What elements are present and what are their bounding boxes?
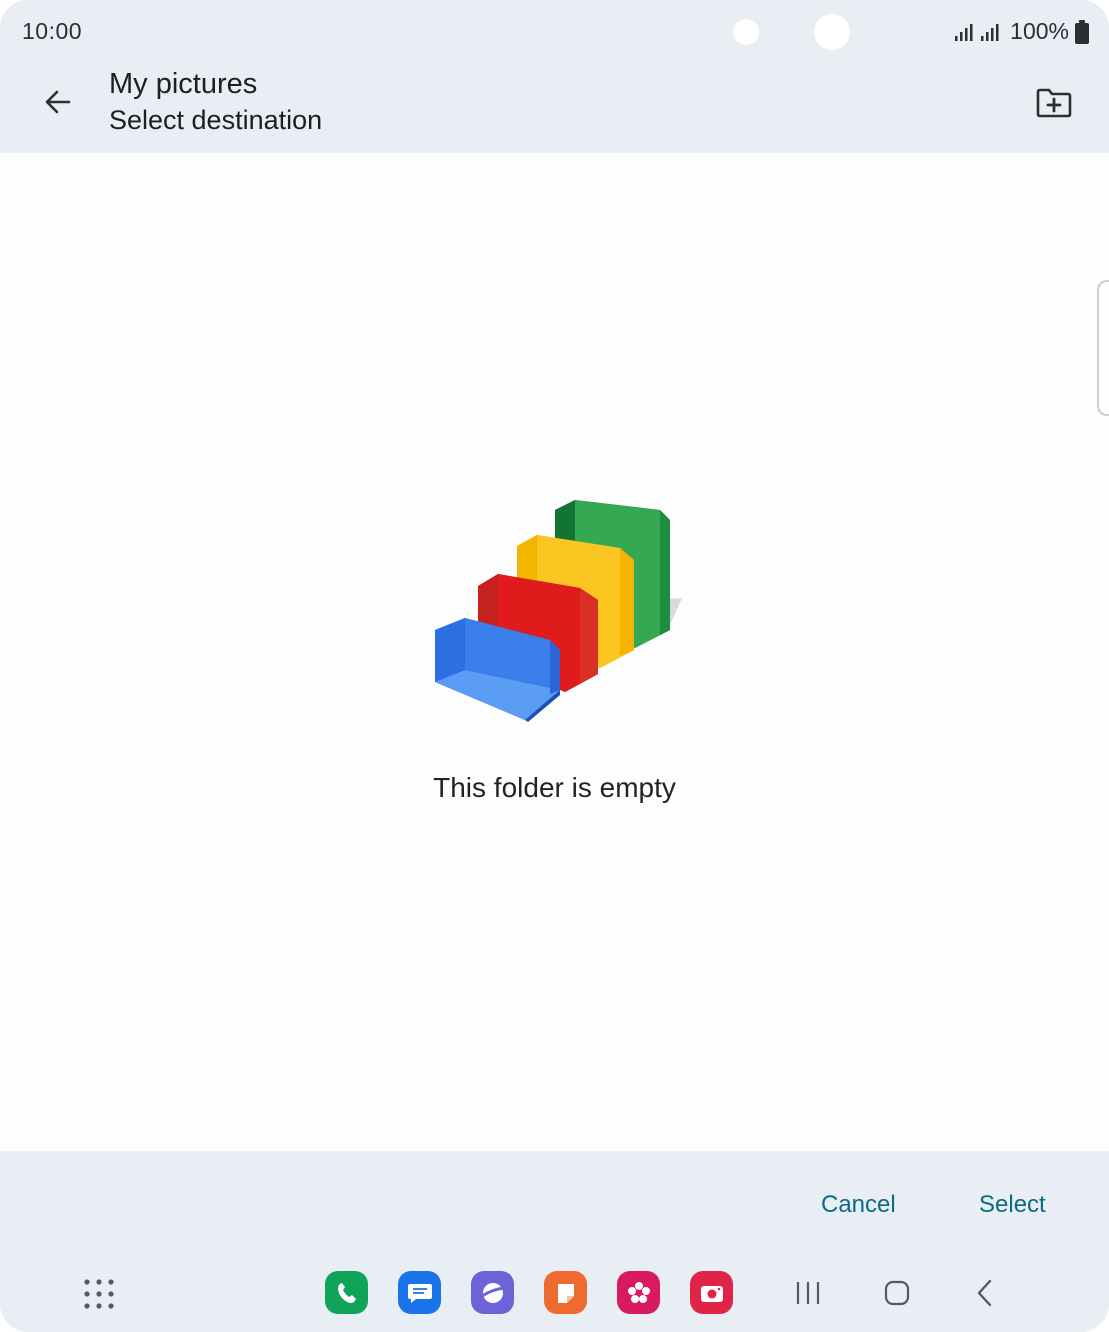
- camera-app-icon[interactable]: [690, 1271, 733, 1314]
- back-button[interactable]: [30, 76, 86, 128]
- camera-icon: [700, 1285, 723, 1302]
- notes-app-icon[interactable]: [544, 1271, 587, 1314]
- cancel-button[interactable]: Cancel: [813, 1187, 904, 1223]
- internet-app-icon[interactable]: [471, 1271, 514, 1314]
- phone-icon: [337, 1282, 356, 1303]
- apps-grid-icon[interactable]: [80, 1275, 118, 1313]
- signal-icon: [981, 23, 999, 41]
- back-nav-icon: [977, 1279, 992, 1307]
- gallery-app-icon[interactable]: [617, 1271, 660, 1314]
- arrow-back-icon: [45, 90, 71, 114]
- messages-app-icon[interactable]: [398, 1271, 441, 1314]
- status-time: 10:00: [22, 18, 83, 44]
- create-folder-icon: [1036, 88, 1072, 118]
- signal-icon: [955, 23, 973, 41]
- battery-icon: [1075, 19, 1089, 44]
- screen: 10:00 100% My pictures Select destinatio…: [0, 0, 1109, 1332]
- create-folder-button[interactable]: [1029, 78, 1079, 128]
- phone-app-icon[interactable]: [325, 1271, 368, 1314]
- stacked-folders-illustration: [435, 500, 682, 722]
- empty-folder-message: This folder is empty: [433, 772, 676, 803]
- camera-cutout: [814, 14, 850, 50]
- note-icon: [557, 1283, 574, 1303]
- recents-button[interactable]: [788, 1273, 828, 1313]
- flower-icon: [627, 1281, 650, 1303]
- page-title: My pictures: [109, 68, 258, 100]
- taskbar: [0, 1255, 1109, 1332]
- internet-icon: [480, 1282, 505, 1303]
- select-button[interactable]: Select: [971, 1187, 1054, 1223]
- message-icon: [407, 1283, 432, 1303]
- recents-icon: [796, 1282, 820, 1304]
- battery-percentage: 100%: [1010, 18, 1069, 44]
- app-header: My pictures Select destination: [0, 52, 1109, 153]
- home-icon: [884, 1280, 910, 1306]
- edge-panel-handle[interactable]: [1097, 280, 1109, 416]
- home-button[interactable]: [877, 1273, 917, 1313]
- back-nav-button[interactable]: [965, 1273, 1005, 1313]
- camera-cutout: [733, 19, 759, 45]
- page-subtitle: Select destination: [109, 105, 323, 135]
- status-bar: 10:00 100%: [0, 0, 1109, 52]
- status-icons: 100%: [954, 18, 1089, 45]
